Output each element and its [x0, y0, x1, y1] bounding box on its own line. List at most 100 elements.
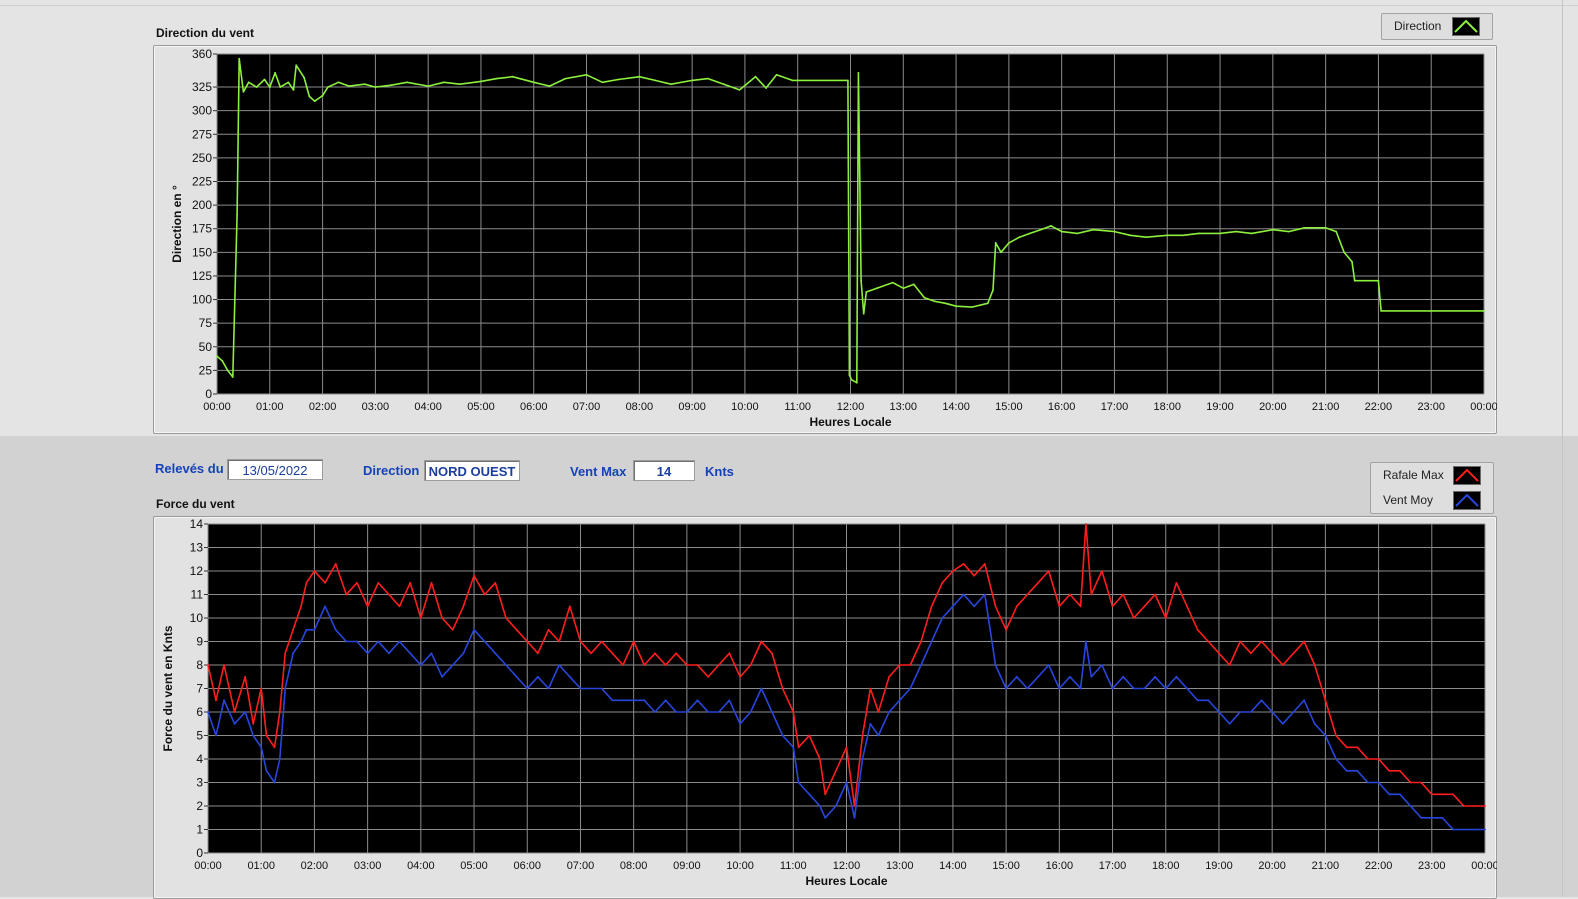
direction-series-0-point: [848, 374, 851, 376]
legend-item-rafale[interactable]: Rafale Max: [1371, 464, 1493, 486]
force-series-1-point: [1122, 675, 1125, 678]
force-series-1-point: [1260, 699, 1263, 702]
force-series-0-point: [430, 581, 433, 584]
force-chart[interactable]: 00:00 01:00 02:00 03:00 04:00 05:00 06:00 07:00…: [153, 516, 1497, 897]
direction-series-0-point: [236, 213, 238, 216]
force-series-1-point: [1101, 664, 1103, 666]
direction-series-0-point: [247, 81, 250, 84]
force-x-tick-label: 12:00: [833, 860, 861, 872]
force-series-0-point: [824, 793, 827, 796]
force-series-0-point: [1143, 605, 1146, 608]
direction-x-tick-label: 21:00: [1312, 401, 1340, 413]
direction-series-0-point: [944, 302, 947, 305]
ventmax-unit: Knts: [705, 464, 734, 479]
force-series-0-point: [739, 675, 741, 678]
force-y-tick-label: 14: [190, 517, 204, 531]
direction-series-0-point: [1060, 230, 1063, 233]
direction-series-0-point: [268, 86, 271, 88]
force-series-0-point: [1090, 593, 1093, 596]
direction-legend[interactable]: Direction: [1381, 13, 1493, 40]
legend-item-direction[interactable]: Direction: [1382, 15, 1492, 37]
force-x-tick-label: 02:00: [301, 860, 329, 872]
force-series-0-point: [265, 734, 268, 737]
force-y-tick-label: 9: [196, 635, 203, 649]
force-series-1-point: [983, 593, 986, 596]
force-series-1-point: [356, 640, 358, 643]
direction-series-0-point: [638, 75, 641, 78]
force-series-1-point: [888, 711, 890, 713]
direction-field[interactable]: NORD OUEST: [424, 460, 520, 481]
force-series-0-point: [356, 581, 358, 584]
force-series-0-point: [334, 563, 337, 565]
direction-series-0-point: [994, 242, 997, 244]
force-x-axis-label: Heures Locale: [805, 874, 887, 888]
force-y-tick-label: 10: [190, 611, 204, 625]
force-series-1-point: [1069, 675, 1071, 678]
force-series-0-point: [558, 640, 561, 643]
direction-series-0-point: [1343, 251, 1345, 254]
force-series-0-point: [1399, 769, 1401, 772]
force-series-0-point: [728, 652, 731, 655]
force-series-0-point: [1281, 664, 1284, 666]
force-series-0-point: [1228, 664, 1231, 666]
direction-series-0-point: [765, 87, 767, 89]
force-series-1-point: [1399, 793, 1401, 796]
direction-x-tick-label: 03:00: [362, 401, 390, 413]
force-series-1-point: [388, 652, 390, 655]
force-series-1-point: [292, 652, 294, 655]
direction-series-0-point: [1000, 251, 1002, 254]
force-y-tick-label: 1: [196, 823, 203, 837]
legend-item-vent-moy[interactable]: Vent Moy: [1371, 489, 1493, 511]
force-series-1-point: [853, 816, 856, 819]
direction-series-0-point: [274, 72, 276, 74]
force-series-0-point: [1186, 605, 1188, 608]
force-x-tick-label: 20:00: [1258, 860, 1286, 872]
direction-y-tick-label: 325: [192, 80, 212, 94]
force-series-1-point: [686, 711, 688, 713]
force-series-1-point: [1430, 816, 1433, 819]
releves-label: Relevés du: [155, 461, 224, 476]
force-series-0-point: [215, 699, 217, 702]
direction-chart[interactable]: 00:00 01:00 02:00 03:00 04:00 05:00 06:00 07:00…: [153, 45, 1497, 434]
force-series-1-point: [1047, 664, 1050, 666]
direction-series-0-point: [231, 376, 234, 378]
direction-series-0-point: [1018, 236, 1021, 239]
legend-label-direction: Direction: [1394, 19, 1442, 33]
date-field[interactable]: 13/05/2022: [227, 459, 323, 480]
force-series-0-point: [1271, 652, 1274, 655]
force-chart-title: Force du vent: [156, 497, 235, 511]
force-series-0-point: [260, 687, 263, 690]
direction-series-0-point: [1050, 225, 1052, 227]
force-series-0-point: [1026, 593, 1029, 596]
force-series-0-point: [845, 746, 848, 749]
ventmax-field[interactable]: 14: [633, 460, 695, 481]
force-series-0-point: [707, 675, 710, 678]
direction-series-0-point: [390, 84, 393, 87]
direction-x-tick-label: 18:00: [1153, 401, 1181, 413]
force-series-0-point: [398, 605, 401, 608]
force-x-tick-label: 06:00: [513, 860, 541, 872]
force-x-tick-label: 04:00: [407, 860, 435, 872]
direction-series-0-point: [691, 79, 693, 82]
direction-series-0-point: [1287, 230, 1290, 233]
force-series-1-point: [1367, 781, 1369, 784]
force-series-0-point: [1085, 523, 1087, 525]
force-series-1-point: [1484, 828, 1486, 831]
direction-series-0-point: [855, 381, 858, 384]
force-series-0-point: [1058, 605, 1061, 608]
force-series-1-point: [345, 640, 348, 643]
rafale-line-swatch-icon: [1453, 466, 1481, 485]
force-series-1-point: [728, 699, 731, 702]
force-series-1-point: [515, 675, 518, 678]
force-series-0-point: [869, 687, 872, 690]
direction-series-0-point: [986, 302, 989, 305]
direction-series-0-point: [427, 85, 430, 87]
direction-y-tick-label: 100: [192, 293, 212, 307]
force-series-1-point: [284, 687, 287, 690]
direction-series-0-point: [912, 283, 915, 286]
force-series-1-point: [973, 605, 976, 608]
force-series-1-point: [1058, 687, 1061, 690]
force-series-0-point: [505, 617, 507, 619]
force-legend[interactable]: Rafale Max Vent Moy: [1370, 462, 1494, 514]
force-series-1-point: [1005, 687, 1007, 690]
